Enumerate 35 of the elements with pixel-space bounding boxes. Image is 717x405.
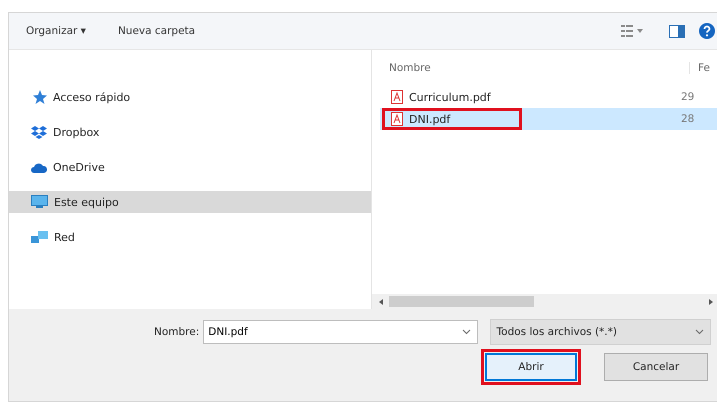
table-cell-text: 29 bbox=[680, 91, 694, 103]
column-header[interactable]: Fe bbox=[689, 62, 710, 74]
sidebar-item[interactable]: OneDrive bbox=[9, 156, 371, 178]
filename-field[interactable]: DNI.pdf bbox=[203, 320, 478, 344]
pdf-icon bbox=[391, 112, 403, 126]
file-row[interactable]: DNI.pdf 28 bbox=[380, 108, 717, 130]
new-folder-button[interactable]: Nueva carpeta bbox=[118, 25, 196, 37]
table-cell-text: 28 bbox=[680, 113, 694, 125]
organize-menu[interactable]: Organizar ▾ bbox=[26, 25, 86, 37]
cloud-icon bbox=[31, 162, 47, 172]
file-name-text: Curriculum.pdf bbox=[409, 90, 491, 104]
monitor-icon bbox=[31, 195, 48, 209]
cancel-button[interactable]: Cancelar bbox=[604, 353, 708, 381]
preview-pane-icon[interactable] bbox=[669, 24, 685, 38]
sidebar-item[interactable]: Este equipo bbox=[9, 191, 371, 213]
dropdown-caret-icon bbox=[695, 329, 704, 335]
dropdown-caret-icon bbox=[462, 329, 471, 335]
star-icon bbox=[31, 89, 47, 105]
dropbox-icon bbox=[31, 125, 47, 139]
pdf-icon bbox=[391, 90, 403, 104]
sidebar-item[interactable]: Acceso rápido bbox=[9, 86, 371, 108]
sidebar-item[interactable]: Dropbox bbox=[9, 121, 371, 143]
horizontal-scrollbar[interactable] bbox=[372, 294, 717, 309]
sidebar-item[interactable]: Red bbox=[9, 226, 371, 248]
file-type-dropdown[interactable]: Todos los archivos (*.*) bbox=[490, 319, 711, 345]
file-name-text: DNI.pdf bbox=[409, 112, 450, 126]
filename-input[interactable]: DNI.pdf bbox=[208, 326, 462, 338]
scroll-thumb[interactable] bbox=[389, 296, 534, 307]
column-header[interactable]: Nombre bbox=[389, 62, 689, 74]
open-button[interactable]: Abrir bbox=[485, 353, 577, 381]
file-row[interactable]: Curriculum.pdf 29 bbox=[380, 86, 717, 108]
view-options-icon[interactable] bbox=[621, 24, 643, 38]
filename-label: Nombre: bbox=[154, 326, 200, 338]
help-icon[interactable] bbox=[699, 23, 715, 39]
network-icon bbox=[31, 230, 48, 244]
